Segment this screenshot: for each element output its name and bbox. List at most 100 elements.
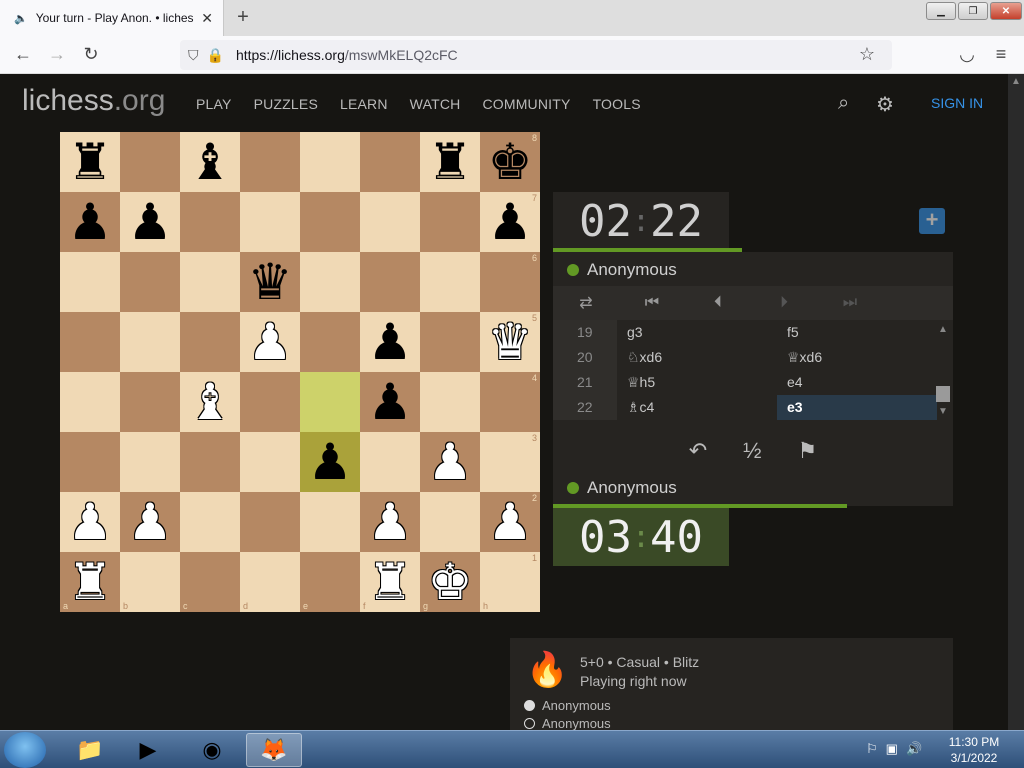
square-h6[interactable]: 6 (480, 252, 540, 312)
square-h8[interactable]: ♚ 8 (480, 132, 540, 192)
scroll-thumb[interactable] (936, 386, 950, 402)
url-bar[interactable]: ⛉ 🔒 https://lichess.org/mswMkELQ2cFC (180, 40, 892, 70)
square-e4[interactable] (300, 372, 360, 432)
square-f5[interactable]: ♟ (360, 312, 420, 372)
menu-play[interactable]: PLAY (196, 96, 232, 112)
square-h4[interactable]: 4 (480, 372, 540, 432)
undo-icon[interactable]: ↶ (689, 438, 707, 464)
browser-tab[interactable]: 🔈 Your turn - Play Anon. • liches ✕ (0, 0, 224, 36)
square-g8[interactable]: ♜ (420, 132, 480, 192)
square-b6[interactable] (120, 252, 180, 312)
square-e8[interactable] (300, 132, 360, 192)
move-list-scrollbar[interactable]: ▲ ▼ (936, 324, 950, 420)
white-pawn-icon[interactable]: ♟ (128, 497, 173, 547)
square-g1[interactable]: ♚ g (420, 552, 480, 612)
square-d4[interactable] (240, 372, 300, 432)
sign-in-link[interactable]: SIGN IN (931, 95, 983, 111)
menu-learn[interactable]: LEARN (340, 96, 388, 112)
lock-icon[interactable]: 🔒 (207, 47, 224, 64)
square-e6[interactable] (300, 252, 360, 312)
flip-board-icon[interactable]: ⇄ (553, 293, 619, 313)
white-pawn-icon[interactable]: ♟ (428, 437, 473, 487)
white-queen-icon[interactable]: ♛ (488, 317, 533, 367)
square-h7[interactable]: ♟ 7 (480, 192, 540, 252)
square-f1[interactable]: ♜ f (360, 552, 420, 612)
add-time-button[interactable]: + (919, 208, 945, 234)
square-a4[interactable] (60, 372, 120, 432)
square-e7[interactable] (300, 192, 360, 252)
square-d2[interactable] (240, 492, 300, 552)
square-g5[interactable] (420, 312, 480, 372)
gear-icon[interactable]: ⚙ (876, 92, 894, 117)
square-h2[interactable]: ♟ 2 (480, 492, 540, 552)
square-g2[interactable] (420, 492, 480, 552)
system-clock[interactable]: 11:30 PM 3/1/2022 (944, 734, 1004, 766)
black-move[interactable]: ♕xd6 (777, 345, 937, 370)
black-queen-icon[interactable]: ♛ (248, 257, 293, 307)
volume-icon[interactable]: 🔊 (906, 741, 922, 757)
square-g6[interactable] (420, 252, 480, 312)
reload-icon[interactable]: ↻ (80, 44, 102, 65)
square-g7[interactable] (420, 192, 480, 252)
square-g4[interactable] (420, 372, 480, 432)
white-pawn-icon[interactable]: ♟ (368, 497, 413, 547)
black-pawn-icon[interactable]: ♟ (68, 197, 113, 247)
square-a6[interactable] (60, 252, 120, 312)
shield-icon[interactable]: ⛉ (188, 47, 199, 64)
square-d1[interactable]: d (240, 552, 300, 612)
square-d8[interactable] (240, 132, 300, 192)
black-move[interactable]: f5 (777, 320, 937, 345)
white-move[interactable]: ♕h5 (617, 370, 777, 395)
square-c8[interactable]: ♝ (180, 132, 240, 192)
square-a5[interactable] (60, 312, 120, 372)
white-rook-icon[interactable]: ♜ (368, 557, 413, 607)
square-d6[interactable]: ♛ (240, 252, 300, 312)
black-pawn-icon[interactable]: ♟ (368, 377, 413, 427)
square-f3[interactable] (360, 432, 420, 492)
prev-move-icon[interactable]: ⏴ (685, 294, 751, 312)
bookmark-star-icon[interactable]: ☆ (856, 44, 878, 65)
last-move-icon[interactable]: ⏭ (817, 294, 883, 312)
black-rook-icon[interactable]: ♜ (428, 137, 473, 187)
square-e2[interactable] (300, 492, 360, 552)
square-d3[interactable] (240, 432, 300, 492)
square-h5[interactable]: ♛ 5 (480, 312, 540, 372)
menu-tools[interactable]: TOOLS (593, 96, 641, 112)
flag-icon[interactable]: ⚑ (798, 438, 818, 464)
menu-puzzles[interactable]: PUZZLES (254, 96, 318, 112)
square-c1[interactable]: c (180, 552, 240, 612)
menu-icon[interactable]: ≡ (990, 44, 1012, 65)
pocket-icon[interactable]: ◡ (956, 44, 978, 65)
info-player-white[interactable]: Anonymous (524, 698, 611, 713)
white-move[interactable]: ♗c4 (617, 395, 777, 420)
white-pawn-icon[interactable]: ♟ (248, 317, 293, 367)
minimize-button[interactable]: ▁ (926, 2, 956, 20)
square-f4[interactable]: ♟ (360, 372, 420, 432)
white-bishop-icon[interactable]: ♝ (188, 377, 233, 427)
site-logo[interactable]: lichess.org (22, 84, 165, 118)
white-king-icon[interactable]: ♚ (428, 557, 473, 607)
black-king-icon[interactable]: ♚ (488, 137, 533, 187)
square-b3[interactable] (120, 432, 180, 492)
square-a8[interactable]: ♜ (60, 132, 120, 192)
scroll-up-icon[interactable]: ▲ (938, 324, 948, 335)
explorer-icon[interactable]: 📁 (62, 733, 118, 767)
square-c6[interactable] (180, 252, 240, 312)
close-tab-icon[interactable]: ✕ (201, 10, 213, 27)
square-f2[interactable]: ♟ (360, 492, 420, 552)
square-b4[interactable] (120, 372, 180, 432)
square-b1[interactable]: b (120, 552, 180, 612)
square-a7[interactable]: ♟ (60, 192, 120, 252)
square-f7[interactable] (360, 192, 420, 252)
square-b7[interactable]: ♟ (120, 192, 180, 252)
offer-draw-button[interactable]: ½ (743, 438, 761, 464)
new-tab-button[interactable]: + (232, 6, 254, 29)
close-window-button[interactable]: ✕ (990, 2, 1022, 20)
black-move[interactable]: e4 (777, 370, 937, 395)
menu-watch[interactable]: WATCH (410, 96, 461, 112)
square-b5[interactable] (120, 312, 180, 372)
square-h3[interactable]: 3 (480, 432, 540, 492)
black-pawn-icon[interactable]: ♟ (488, 197, 533, 247)
square-e5[interactable] (300, 312, 360, 372)
square-d7[interactable] (240, 192, 300, 252)
